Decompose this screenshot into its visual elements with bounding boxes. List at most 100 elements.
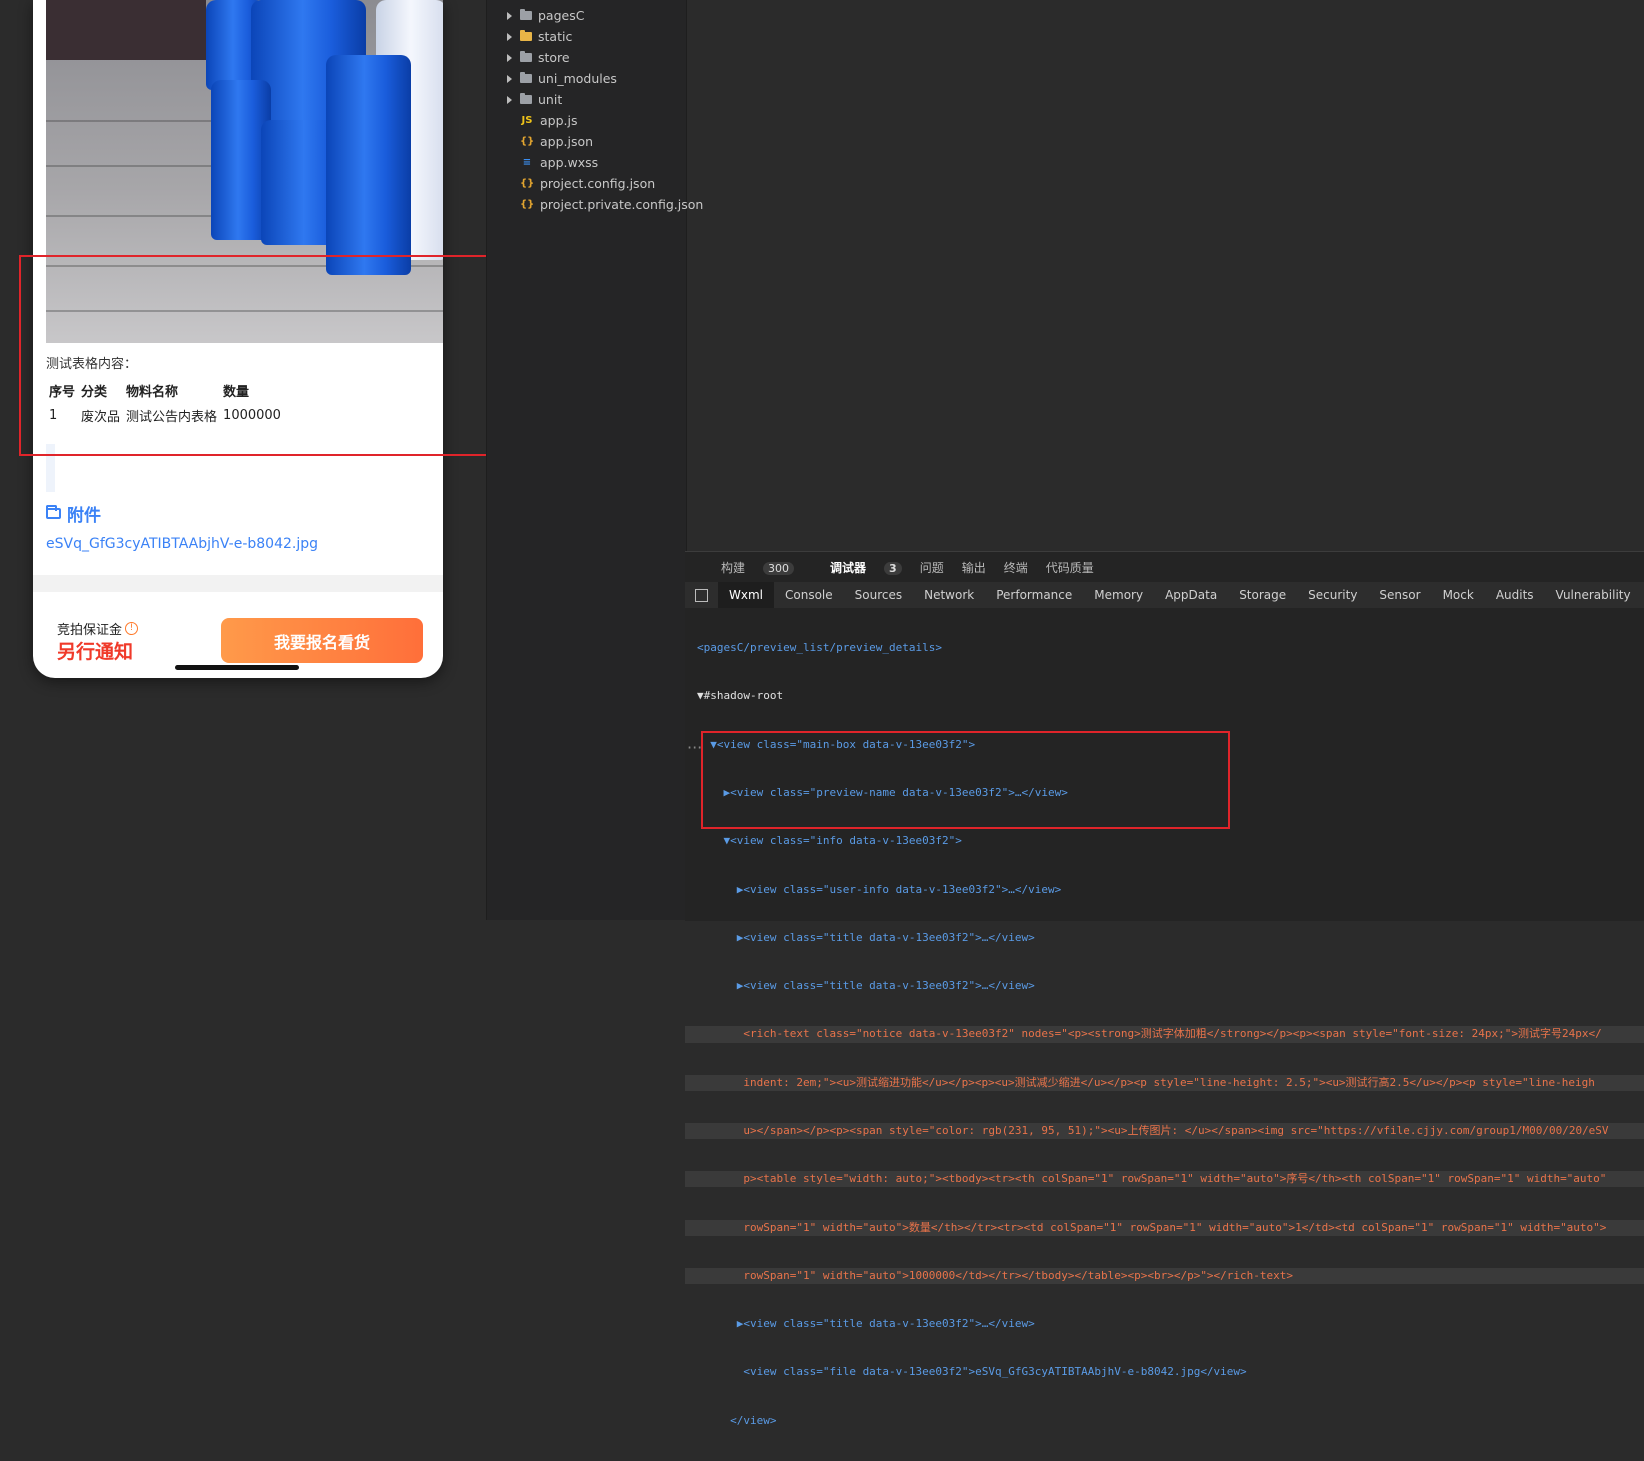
tree-item-label: project.private.config.json (540, 197, 704, 212)
tree-item-uni-modules[interactable]: uni_modules (507, 68, 617, 89)
floor-line (46, 310, 443, 312)
tree-item-unit[interactable]: unit (507, 89, 562, 110)
product-photo (46, 0, 443, 343)
wxml-line[interactable]: ▼#shadow-root (685, 688, 1644, 704)
tree-item-label: app.wxss (540, 155, 599, 170)
wxml-line[interactable]: ▶<view class="title data-v-13ee03f2">…</… (685, 1316, 1644, 1332)
devtools-top-tabs: 构建 300 调试器 3 问题 输出 终端 代码质量 (685, 552, 1644, 582)
tree-item-app-json[interactable]: {} app.json (520, 131, 593, 152)
wxml-line[interactable]: </view> (685, 1413, 1644, 1429)
section-divider (33, 575, 443, 592)
table-header: 数量 (223, 385, 250, 400)
chevron-right-icon (507, 32, 512, 41)
deposit-label-text: 竞拍保证金 (57, 623, 123, 638)
wxss-file-icon: ≡ (522, 157, 532, 168)
tab-code-quality[interactable]: 代码质量 (1046, 559, 1094, 576)
tree-item-app-wxss[interactable]: ≡ app.wxss (520, 152, 598, 173)
json-file-icon: {} (520, 199, 535, 210)
wxml-line[interactable]: ▶<view class="title data-v-13ee03f2">…</… (685, 930, 1644, 946)
tree-item-label: store (538, 50, 570, 65)
table-header: 分类 (81, 385, 108, 400)
table-label: 测试表格内容： (46, 357, 138, 372)
wxml-line-selected[interactable]: rowSpan="1" width="auto">数量</th></tr><tr… (685, 1219, 1644, 1236)
devtools-panel: 构建 300 调试器 3 问题 输出 终端 代码质量 Wxml Console So… (685, 551, 1644, 1427)
tree-item-label: static (538, 29, 573, 44)
tree-item-static[interactable]: static (507, 26, 572, 47)
wxml-line-selected[interactable]: indent: 2em;"><u>测试缩进功能</u></p><p><u>测试减… (685, 1074, 1644, 1091)
tab-appdata[interactable]: AppData (1154, 582, 1228, 608)
tree-item-pagesC[interactable]: pagesC (507, 5, 584, 26)
tab-vulnerability[interactable]: Vulnerability (1545, 582, 1642, 608)
tab-console[interactable]: Console (774, 582, 844, 608)
count-badge: 3 (884, 561, 902, 575)
table-cell: 测试公告内表格 (126, 410, 218, 425)
attachment-file-link[interactable]: eSVq_GfG3cyATIBTAAbjhV-e-b8042.jpg (46, 536, 318, 552)
folder-icon (520, 9, 532, 20)
blue-canister (326, 160, 411, 275)
tab-sensor[interactable]: Sensor (1368, 582, 1431, 608)
count-badge: 300 (763, 561, 795, 575)
tree-item-label: uni_modules (538, 71, 617, 86)
tab-performance[interactable]: Performance (985, 582, 1083, 608)
tab-terminal[interactable]: 终端 (1004, 559, 1028, 576)
tree-item-label: project.config.json (540, 176, 656, 191)
json-file-icon: {} (520, 136, 535, 147)
wxml-line[interactable]: ▶<view class="user-info data-v-13ee03f2"… (685, 882, 1644, 898)
wxml-line[interactable]: <view class="file data-v-13ee03f2">eSVq_… (685, 1364, 1644, 1380)
table-header: 物料名称 (126, 385, 179, 400)
wxml-line-selected[interactable]: u></span></p><p><span style="color: rgb(… (685, 1123, 1644, 1140)
wxml-line[interactable]: ▶<view class="title data-v-13ee03f2">…</… (685, 978, 1644, 994)
tab-mock[interactable]: Mock (1432, 582, 1485, 608)
tree-item-project-private-config[interactable]: {} project.private.config.json (520, 194, 703, 215)
devtools-panel-tabs: Wxml Console Sources Network Performance… (685, 582, 1644, 608)
json-file-icon: {} (520, 178, 535, 189)
more-options-icon[interactable]: ··· (687, 738, 702, 757)
table-header-row: 序号 分类 物料名称 数量 (46, 378, 284, 403)
wxml-line-selected[interactable]: p><table style="width: auto;"><tbody><tr… (685, 1171, 1644, 1188)
tab-security[interactable]: Security (1297, 582, 1368, 608)
phone-simulator: 测试表格内容： 序号 分类 物料名称 数量 1 废次品 测试公告内表格 1000… (33, 0, 443, 678)
table-cell: 1 (49, 408, 58, 423)
deposit-label: 竞拍保证金 ! (57, 619, 139, 638)
tab-label: 调试器 (830, 560, 867, 575)
tab-debugger[interactable]: 调试器 3 (812, 559, 902, 576)
folder-icon (520, 93, 532, 104)
blue-canister (326, 55, 411, 175)
js-file-icon: JS (521, 115, 533, 126)
tab-network[interactable]: Network (913, 582, 985, 608)
table-header: 序号 (49, 385, 76, 400)
folder-icon (520, 72, 532, 83)
tree-item-label: app.json (540, 134, 594, 149)
wxml-line[interactable]: ▶<view class="preview-name data-v-13ee03… (685, 785, 1644, 801)
apply-view-button[interactable]: 我要报名看货 (221, 618, 423, 663)
chevron-right-icon (507, 95, 512, 104)
file-explorer: pagesC static store uni_modules unit JS … (486, 0, 703, 920)
wxml-line-selected[interactable]: rowSpan="1" width="auto">1000000</td></t… (685, 1267, 1644, 1284)
tab-memory[interactable]: Memory (1083, 582, 1154, 608)
tab-storage[interactable]: Storage (1228, 582, 1297, 608)
tab-wxml[interactable]: Wxml (718, 582, 774, 608)
tree-item-store[interactable]: store (507, 47, 570, 68)
tab-output[interactable]: 输出 (962, 559, 986, 576)
tree-item-project-config[interactable]: {} project.config.json (520, 173, 655, 194)
wxml-line[interactable]: ▼<view class="main-box data-v-13ee03f2"> (685, 737, 1644, 753)
tab-audits[interactable]: Audits (1485, 582, 1545, 608)
table-cell: 废次品 (81, 410, 121, 425)
tree-item-app-js[interactable]: JS app.js (520, 110, 578, 131)
wxml-line[interactable]: ▼<view class="info data-v-13ee03f2"> (685, 833, 1644, 849)
attachment-title: 附件 (67, 506, 101, 526)
element-picker-icon[interactable] (695, 588, 708, 602)
tab-label: 构建 (721, 560, 746, 575)
wxml-line-selected[interactable]: <rich-text class="notice data-v-13ee03f2… (685, 1026, 1644, 1043)
info-icon[interactable]: ! (125, 622, 139, 635)
tab-build[interactable]: 构建 300 (703, 559, 795, 576)
background-wall (46, 0, 206, 60)
folder-yellow-icon (520, 30, 532, 41)
tree-item-label: app.js (540, 113, 578, 128)
wxml-tree: <pagesC/preview_list/preview_details> ▼#… (685, 608, 1644, 1461)
tab-issues[interactable]: 问题 (920, 559, 944, 576)
tab-sources[interactable]: Sources (844, 582, 913, 608)
folder-icon (520, 51, 532, 62)
wxml-line[interactable]: <pagesC/preview_list/preview_details> (685, 640, 1644, 656)
chevron-right-icon (507, 53, 512, 62)
